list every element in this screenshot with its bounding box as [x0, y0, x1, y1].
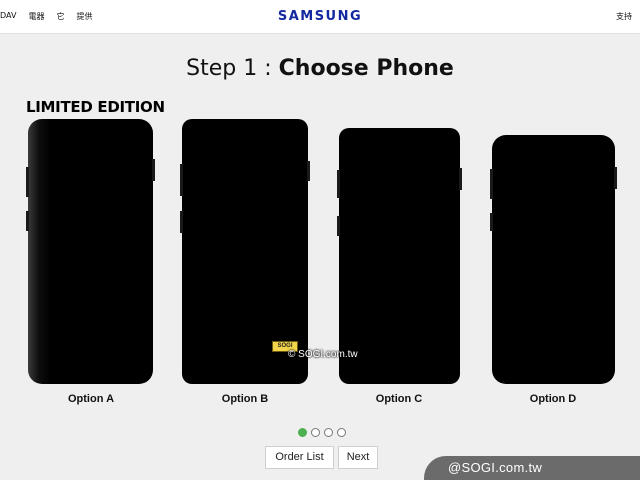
next-button[interactable]: Next [338, 446, 378, 469]
phone-side-button [490, 169, 493, 199]
brand-logo-wrap: SAMSUNG [0, 9, 640, 24]
phone-side-button [26, 167, 29, 197]
samsung-logo[interactable]: SAMSUNG [278, 9, 362, 24]
phone-side-button [180, 211, 183, 233]
nav-link-support[interactable]: 支持 [616, 11, 632, 22]
pagination-dots [298, 428, 346, 437]
pagination-dot-4[interactable] [337, 428, 346, 437]
option-a-label[interactable]: Option A [28, 393, 154, 405]
step-heading: Choose Phone [278, 56, 454, 81]
phone-side-button [490, 213, 493, 231]
watermark-text: © SOGI.com.tw [288, 349, 358, 360]
phone-option-a[interactable] [26, 119, 155, 384]
phone-option-c[interactable] [337, 128, 462, 384]
phone-side-button [26, 211, 29, 231]
option-b-label[interactable]: Option B [182, 393, 308, 405]
pagination-dot-1[interactable] [298, 428, 307, 437]
page-title: Step 1 : Choose Phone [0, 56, 640, 81]
top-nav-bar: DAV 電器 它 提供 SAMSUNG 支持 [0, 0, 640, 34]
phone-side-button [614, 167, 617, 189]
phone-side-button [459, 168, 462, 190]
corner-watermark-tag: @SOGI.com.tw [424, 456, 640, 480]
limited-edition-label: LIMITED EDITION [26, 98, 165, 116]
phone-side-button [337, 170, 340, 198]
order-list-button[interactable]: Order List [265, 446, 334, 469]
phone-side-button [307, 161, 310, 181]
phone-option-d[interactable] [490, 135, 617, 384]
option-c-label[interactable]: Option C [336, 393, 462, 405]
phone-side-button [152, 159, 155, 181]
step-prefix: Step 1 : [186, 56, 279, 81]
pagination-dot-3[interactable] [324, 428, 333, 437]
phone-side-button [180, 164, 183, 196]
phone-side-button [337, 216, 340, 236]
option-d-label[interactable]: Option D [490, 393, 616, 405]
pagination-dot-2[interactable] [311, 428, 320, 437]
